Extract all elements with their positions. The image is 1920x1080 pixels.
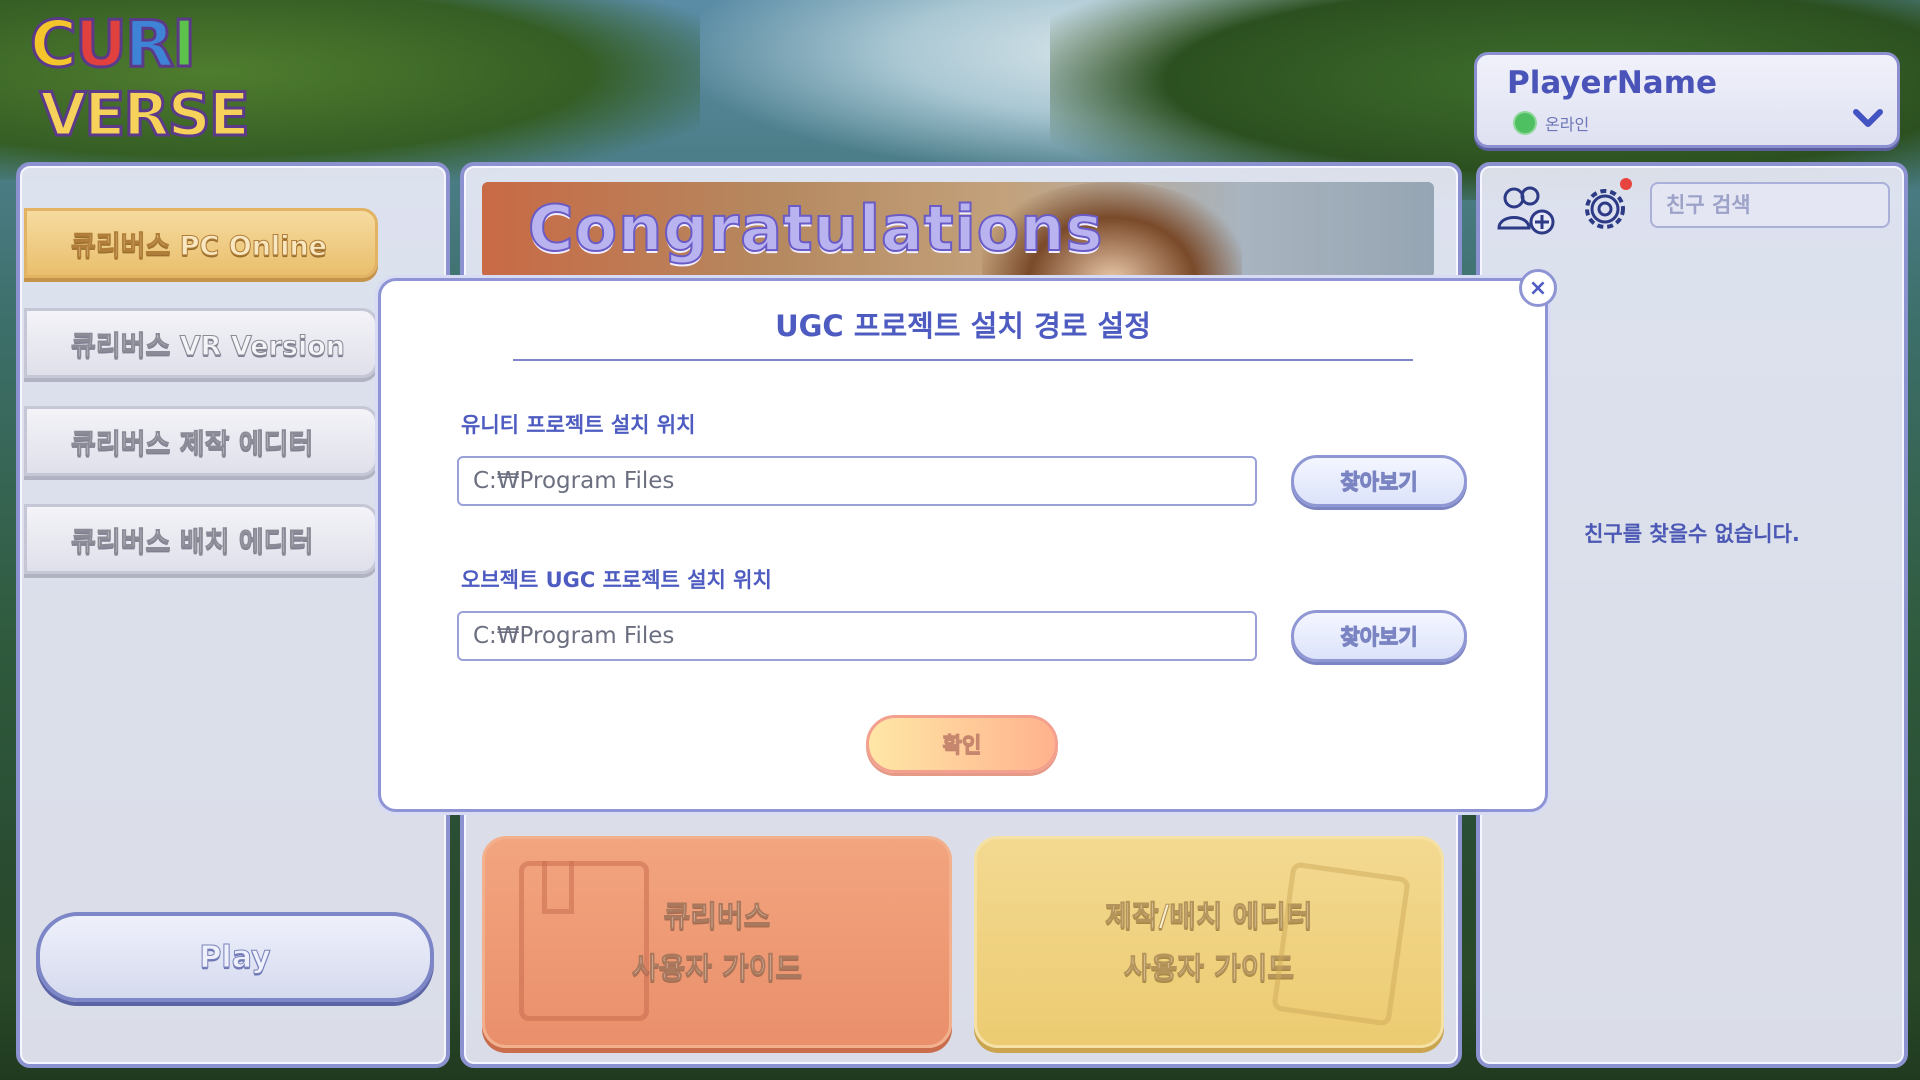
logo-bottom-line: VERSE xyxy=(39,79,252,152)
menu-pc-online[interactable]: 큐리버스 PC Online xyxy=(24,208,378,278)
chevron-down-icon[interactable] xyxy=(1853,107,1883,129)
dialog-title: UGC 프로젝트 설치 경로 설정 xyxy=(775,309,1151,343)
player-name: PlayerName xyxy=(1507,65,1718,101)
unity-path-label: 유니티 프로젝트 설치 위치 xyxy=(461,413,696,437)
menu-label: 큐리버스 VR Version xyxy=(71,330,346,362)
banner-title: Congratulations xyxy=(527,191,1104,266)
logo-letter: U xyxy=(73,7,128,84)
user-guide-card[interactable]: 큐리버스 사용자 가이드 xyxy=(482,836,952,1048)
menu-label: 큐리버스 제작 에디터 xyxy=(70,428,314,460)
menu-vr-version[interactable]: 큐리버스 VR Version xyxy=(24,308,378,378)
title-divider xyxy=(513,359,1413,361)
online-status-text: 온라인 xyxy=(1545,115,1590,134)
logo-letter: I xyxy=(171,7,198,84)
menu-label: 큐리버스 PC Online xyxy=(71,230,328,262)
book-icon xyxy=(519,861,649,1021)
object-browse-button[interactable]: 찾아보기 xyxy=(1291,610,1467,662)
guide-subtitle: 사용자 가이드 xyxy=(631,951,803,986)
logo-letter: C xyxy=(29,7,79,84)
ugc-path-settings-dialog: × UGC 프로젝트 설치 경로 설정 유니티 프로젝트 설치 위치 찾아보기 … xyxy=(378,269,1557,812)
add-friend-icon[interactable] xyxy=(1496,184,1556,236)
friend-search-input[interactable] xyxy=(1650,182,1890,228)
logo-letter: R xyxy=(123,7,175,84)
gear-icon[interactable] xyxy=(1578,182,1632,236)
unity-browse-button[interactable]: 찾아보기 xyxy=(1291,455,1467,507)
online-status-icon xyxy=(1513,111,1537,135)
unity-path-input[interactable] xyxy=(457,456,1257,506)
close-icon[interactable]: × xyxy=(1519,269,1557,307)
notification-badge xyxy=(1620,178,1632,190)
object-path-input[interactable] xyxy=(457,611,1257,661)
profile-card[interactable]: PlayerName 온라인 xyxy=(1474,52,1900,148)
confirm-button[interactable]: 확인 xyxy=(866,715,1058,773)
curiverse-logo: CURI VERSE xyxy=(29,7,280,158)
event-banner[interactable]: Congratulations xyxy=(482,182,1434,278)
guide-title: 큐리버스 xyxy=(663,899,771,934)
object-path-label: 오브젝트 UGC 프로젝트 설치 위치 xyxy=(461,568,772,592)
play-button[interactable]: Play xyxy=(36,912,434,1002)
menu-placement-editor[interactable]: 큐리버스 배치 에디터 xyxy=(24,504,378,574)
editor-guide-card[interactable]: 제작/배치 에디터 사용자 가이드 xyxy=(974,836,1444,1048)
logo-top-line: CURI xyxy=(29,7,198,84)
menu-creation-editor[interactable]: 큐리버스 제작 에디터 xyxy=(24,406,378,476)
document-pen-icon xyxy=(1271,861,1411,1027)
menu-label: 큐리버스 배치 에디터 xyxy=(70,526,314,558)
guide-subtitle: 사용자 가이드 xyxy=(1123,951,1295,986)
